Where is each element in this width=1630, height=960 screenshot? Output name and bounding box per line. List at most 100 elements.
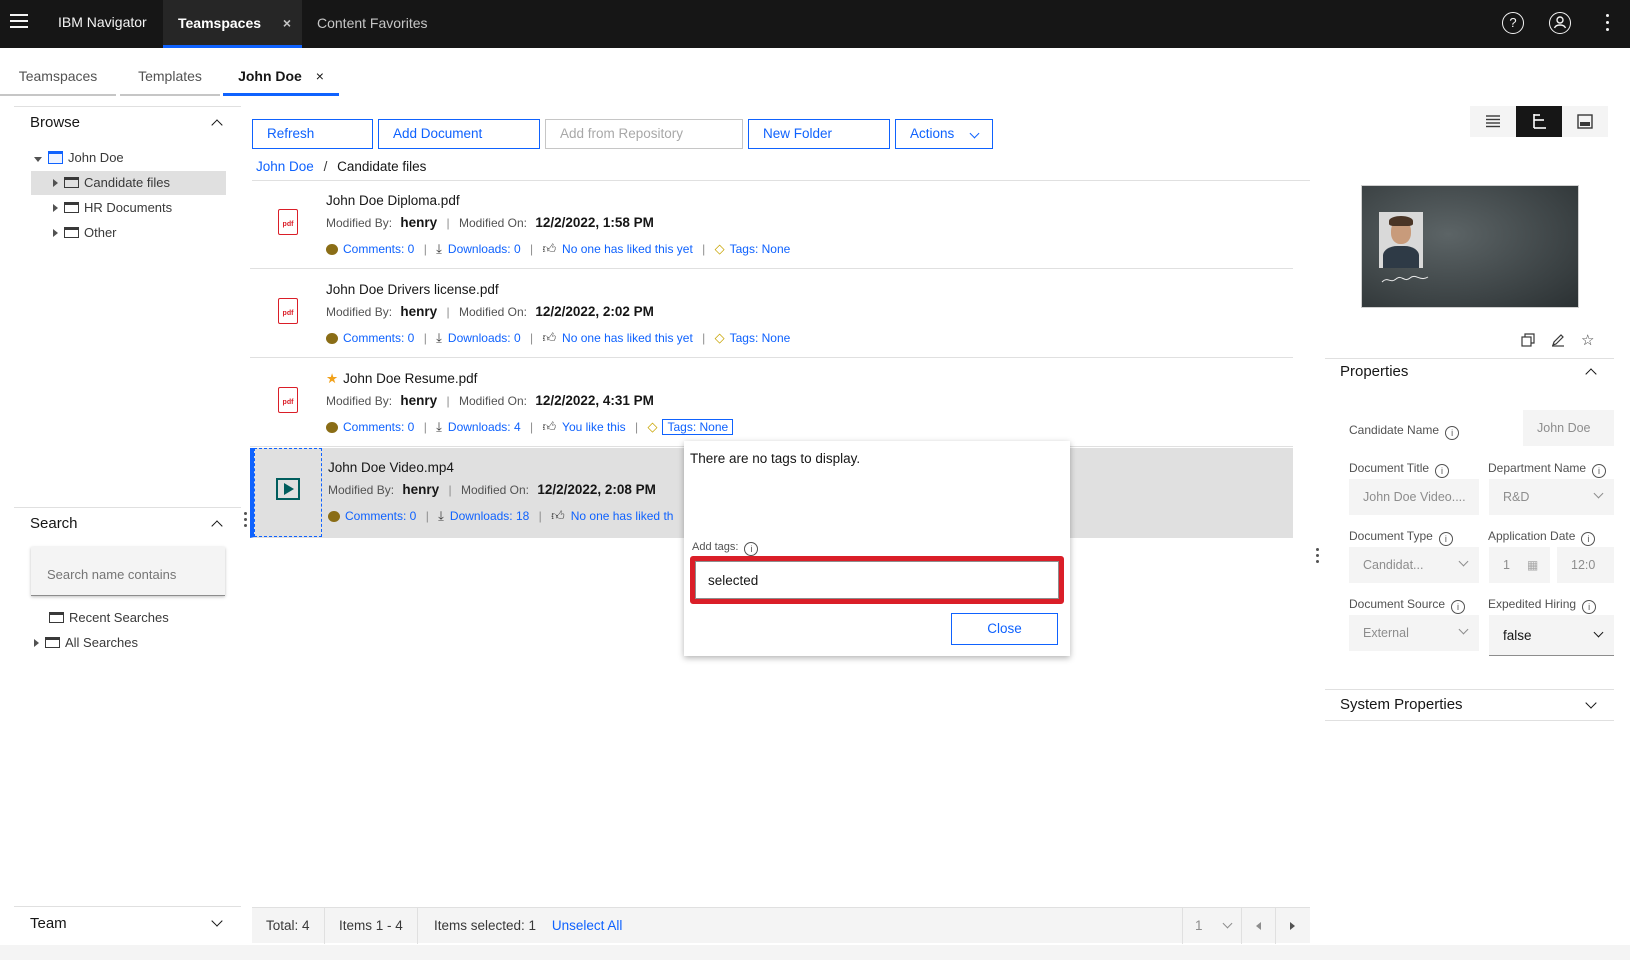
- document-name[interactable]: John Doe Video.mp4: [328, 460, 454, 475]
- chevron-down-icon[interactable]: [1585, 697, 1597, 709]
- info-icon[interactable]: i: [1438, 532, 1453, 546]
- application-date-field[interactable]: 1 ▦: [1489, 547, 1550, 583]
- document-preview-thumbnail[interactable]: [1361, 185, 1579, 308]
- hamburger-menu-icon[interactable]: [10, 14, 28, 30]
- comments-link[interactable]: Comments: 0: [345, 509, 416, 523]
- close-tab-icon[interactable]: ×: [316, 68, 324, 84]
- expedited-hiring-select[interactable]: false: [1489, 615, 1614, 656]
- copy-icon[interactable]: [1521, 333, 1535, 347]
- application-time-field[interactable]: 12:0: [1557, 547, 1614, 583]
- thumbs-up-icon[interactable]: 👍︎: [551, 508, 565, 524]
- document-name[interactable]: John Doe Diploma.pdf: [326, 193, 460, 208]
- caret-right-icon[interactable]: [53, 229, 58, 237]
- caret-right-icon[interactable]: [53, 204, 58, 212]
- details-view-button[interactable]: [1516, 106, 1562, 137]
- tab-content-favorites[interactable]: Content Favorites: [317, 0, 428, 48]
- chevron-down-icon[interactable]: [211, 915, 223, 927]
- refresh-button[interactable]: Refresh: [252, 119, 373, 149]
- document-row[interactable]: pdf ★ John Doe Resume.pdf Modified By: he…: [250, 359, 1293, 447]
- close-tab-icon[interactable]: ×: [283, 15, 291, 31]
- subtab-templates[interactable]: Templates: [120, 56, 220, 96]
- breadcrumb-root-link[interactable]: John Doe: [256, 159, 314, 174]
- info-icon[interactable]: i: [744, 542, 759, 556]
- candidate-photo: [1379, 212, 1423, 268]
- caret-right-icon[interactable]: [53, 179, 58, 187]
- tags-link[interactable]: Tags: None: [662, 419, 734, 435]
- info-icon[interactable]: i: [1451, 600, 1466, 614]
- tags-link[interactable]: Tags: None: [730, 331, 791, 345]
- document-type-select[interactable]: Candidat...: [1349, 547, 1479, 583]
- chevron-up-icon[interactable]: [1585, 368, 1597, 380]
- department-name-select[interactable]: R&D: [1489, 479, 1614, 515]
- tree-item-other[interactable]: Other: [53, 221, 117, 245]
- next-page-button[interactable]: [1276, 908, 1310, 944]
- info-icon[interactable]: i: [1581, 532, 1596, 546]
- comments-link[interactable]: Comments: 0: [343, 331, 414, 345]
- unselect-all-link[interactable]: Unselect All: [552, 918, 623, 933]
- document-row[interactable]: pdf John Doe Diploma.pdf Modified By: he…: [250, 181, 1293, 269]
- info-icon[interactable]: i: [1582, 600, 1597, 614]
- tree-item-john-doe[interactable]: John Doe: [34, 146, 124, 170]
- caret-down-icon[interactable]: [34, 157, 42, 162]
- likes-link[interactable]: No one has liked this yet: [562, 331, 693, 345]
- document-source-select[interactable]: External: [1349, 615, 1479, 651]
- list-view-button[interactable]: [1470, 106, 1516, 137]
- add-from-repository-button[interactable]: Add from Repository: [545, 119, 743, 149]
- system-properties-heading[interactable]: System Properties: [1340, 696, 1463, 713]
- tree-item-hr-documents[interactable]: HR Documents: [53, 196, 172, 220]
- tab-teamspaces[interactable]: Teamspaces ×: [163, 0, 302, 48]
- thumbs-up-icon[interactable]: 👍︎: [542, 330, 556, 346]
- search-input[interactable]: [31, 547, 225, 595]
- info-icon[interactable]: i: [1592, 464, 1607, 478]
- filmstrip-view-button[interactable]: [1562, 106, 1608, 137]
- properties-heading: Properties: [1340, 363, 1409, 380]
- user-profile-icon[interactable]: [1549, 12, 1571, 34]
- candidate-name-field[interactable]: John Doe: [1523, 410, 1614, 446]
- document-name[interactable]: ★ John Doe Resume.pdf: [326, 371, 477, 387]
- likes-link[interactable]: You like this: [562, 420, 626, 434]
- downloads-link[interactable]: Downloads: 0: [448, 242, 521, 256]
- info-icon[interactable]: i: [1445, 426, 1460, 440]
- favorite-star-outline-icon[interactable]: ☆: [1581, 331, 1594, 349]
- add-document-button[interactable]: Add Document: [378, 119, 540, 149]
- new-folder-button[interactable]: New Folder: [748, 119, 890, 149]
- document-title-field[interactable]: John Doe Video....: [1349, 479, 1479, 515]
- pane-resize-handle[interactable]: [244, 512, 247, 527]
- calendar-icon[interactable]: ▦: [1527, 547, 1538, 583]
- tags-link[interactable]: Tags: None: [730, 242, 791, 256]
- pane-resize-handle[interactable]: [1316, 548, 1319, 563]
- downloads-link[interactable]: Downloads: 0: [448, 331, 521, 345]
- document-name[interactable]: John Doe Drivers license.pdf: [326, 282, 499, 297]
- close-button[interactable]: Close: [951, 613, 1058, 645]
- downloads-link[interactable]: Downloads: 4: [448, 420, 521, 434]
- likes-link[interactable]: No one has liked this yet: [562, 242, 693, 256]
- subtab-teamspaces[interactable]: Teamspaces: [0, 56, 116, 96]
- no-tags-message: There are no tags to display.: [690, 451, 861, 466]
- subtab-john-doe[interactable]: John Doe ×: [223, 56, 339, 96]
- help-icon[interactable]: ?: [1502, 12, 1524, 34]
- edit-icon[interactable]: [1551, 333, 1565, 350]
- search-box[interactable]: [31, 547, 225, 596]
- thumbs-up-icon[interactable]: 👍︎: [542, 419, 556, 435]
- actions-menu-button[interactable]: Actions: [895, 119, 993, 149]
- thumbs-up-icon[interactable]: 👍︎: [542, 241, 556, 257]
- add-tags-input[interactable]: [695, 561, 1059, 599]
- signature-image: [1381, 275, 1429, 283]
- comments-link[interactable]: Comments: 0: [343, 242, 414, 256]
- comments-link[interactable]: Comments: 0: [343, 420, 414, 434]
- chevron-up-icon[interactable]: [211, 520, 223, 532]
- overflow-menu-icon[interactable]: [1606, 14, 1610, 31]
- downloads-link[interactable]: Downloads: 18: [450, 509, 529, 523]
- caret-right-icon[interactable]: [34, 639, 39, 647]
- favorite-star-icon[interactable]: ★: [326, 371, 338, 386]
- tree-item-candidate-files[interactable]: Candidate files: [31, 171, 226, 195]
- likes-link[interactable]: No one has liked th: [571, 509, 674, 523]
- recent-searches-item[interactable]: Recent Searches: [49, 606, 169, 630]
- previous-page-button[interactable]: [1242, 908, 1276, 944]
- all-searches-item[interactable]: All Searches: [34, 631, 138, 655]
- chevron-up-icon[interactable]: [211, 119, 223, 131]
- bottom-strip: [0, 945, 1630, 960]
- info-icon[interactable]: i: [1435, 464, 1450, 478]
- document-row[interactable]: pdf John Doe Drivers license.pdf Modifie…: [250, 270, 1293, 358]
- page-select[interactable]: 1: [1182, 908, 1242, 944]
